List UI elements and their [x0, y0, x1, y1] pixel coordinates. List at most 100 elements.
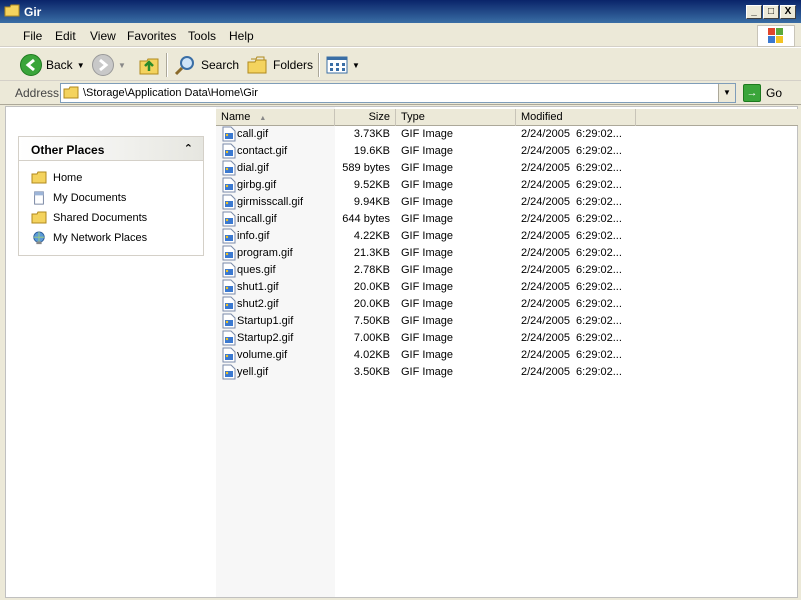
- file-size: 2.78KB: [353, 264, 390, 276]
- file-rows: call.gif 3.73KB GIF Image 2/24/2005 6:29:02…: [216, 126, 798, 381]
- folders-icon: [247, 56, 267, 74]
- gif-file-icon: [222, 279, 236, 295]
- up-folder-button[interactable]: [138, 52, 160, 78]
- file-row[interactable]: yell.gif 3.50KB GIF Image 2/24/2005 6:29:02…: [216, 364, 798, 381]
- file-row[interactable]: volume.gif 4.02KB GIF Image 2/24/2005 6:29:…: [216, 347, 798, 364]
- file-type: GIF Image: [401, 247, 453, 259]
- file-row[interactable]: contact.gif 19.6KB GIF Image 2/24/2005 6:29…: [216, 143, 798, 160]
- column-type[interactable]: Type: [396, 109, 516, 126]
- file-row[interactable]: dial.gif 589 bytes GIF Image 2/24/2005 6:29…: [216, 160, 798, 177]
- folders-label: Folders: [273, 58, 314, 72]
- file-size: 3.50KB: [353, 366, 390, 378]
- file-modified: 2/24/2005 6:29:02...: [521, 366, 622, 378]
- column-name[interactable]: Name ▲: [216, 109, 335, 126]
- file-modified: 2/24/2005 6:29:02...: [521, 281, 622, 293]
- minimize-button[interactable]: _: [746, 5, 762, 19]
- file-type: GIF Image: [401, 349, 453, 361]
- file-row[interactable]: shut2.gif 20.0KB GIF Image 2/24/2005 6:29:0…: [216, 296, 798, 313]
- place-label: My Documents: [53, 192, 127, 204]
- back-button[interactable]: Back ▼: [20, 52, 85, 78]
- network-icon: [33, 231, 45, 245]
- place-my-network-places[interactable]: My Network Places: [19, 228, 203, 248]
- file-modified: 2/24/2005 6:29:02...: [521, 230, 622, 242]
- search-button[interactable]: Search: [174, 52, 239, 78]
- file-name: shut2.gif: [237, 298, 279, 310]
- views-button[interactable]: ▼: [326, 52, 360, 78]
- file-size: 20.0KB: [353, 281, 390, 293]
- column-modified[interactable]: Modified: [516, 109, 636, 126]
- file-modified: 2/24/2005 6:29:02...: [521, 247, 622, 259]
- search-label: Search: [201, 58, 240, 72]
- file-row[interactable]: info.gif 4.22KB GIF Image 2/24/2005 6:29:02…: [216, 228, 798, 245]
- folders-button[interactable]: Folders: [246, 52, 313, 78]
- file-size: 7.00KB: [353, 332, 390, 344]
- documents-icon: [34, 191, 44, 205]
- file-row[interactable]: ques.gif 2.78KB GIF Image 2/24/2005 6:29:02…: [216, 262, 798, 279]
- file-row[interactable]: shut1.gif 20.0KB GIF Image 2/24/2005 6:29:0…: [216, 279, 798, 296]
- gif-file-icon: [222, 194, 236, 210]
- folder-icon: [4, 4, 20, 17]
- file-size: 19.6KB: [353, 145, 390, 157]
- file-size: 20.0KB: [353, 298, 390, 310]
- file-size: 644 bytes: [342, 213, 390, 225]
- file-row[interactable]: girbg.gif 9.52KB GIF Image 2/24/2005 6:29:0…: [216, 177, 798, 194]
- menu-edit[interactable]: Edit: [55, 29, 76, 43]
- file-type: GIF Image: [401, 366, 453, 378]
- menu-file[interactable]: File: [23, 29, 42, 43]
- go-label: Go: [766, 86, 783, 100]
- folder-icon: [31, 171, 47, 184]
- gif-file-icon: [222, 262, 236, 278]
- file-name: call.gif: [237, 128, 269, 140]
- file-modified: 2/24/2005 6:29:02...: [521, 349, 622, 361]
- gif-file-icon: [222, 143, 236, 159]
- menu-help[interactable]: Help: [229, 29, 254, 43]
- file-size: 9.94KB: [353, 196, 390, 208]
- file-name: volume.gif: [237, 349, 288, 361]
- windows-logo: [757, 25, 795, 47]
- place-my-documents[interactable]: My Documents: [19, 188, 203, 208]
- gif-file-icon: [222, 347, 236, 363]
- explorer-content: Other Places ⌃ Home My Documents Shared …: [5, 106, 798, 598]
- file-modified: 2/24/2005 6:29:02...: [521, 298, 622, 310]
- file-name: Startup1.gif: [237, 315, 294, 327]
- file-row[interactable]: call.gif 3.73KB GIF Image 2/24/2005 6:29:02…: [216, 126, 798, 143]
- place-home[interactable]: Home: [19, 168, 203, 188]
- address-dropdown-button[interactable]: ▼: [718, 84, 735, 102]
- forward-button[interactable]: ▼: [92, 52, 126, 78]
- menu-favorites[interactable]: Favorites: [127, 29, 176, 43]
- file-row[interactable]: girmisscall.gif 9.94KB GIF Image 2/24/2005 …: [216, 194, 798, 211]
- file-modified: 2/24/2005 6:29:02...: [521, 128, 622, 140]
- column-size[interactable]: Size: [335, 109, 396, 126]
- file-size: 589 bytes: [342, 162, 390, 174]
- file-modified: 2/24/2005 6:29:02...: [521, 213, 622, 225]
- panel-title: Other Places: [31, 143, 105, 157]
- place-shared-documents[interactable]: Shared Documents: [19, 208, 203, 228]
- chevron-down-icon[interactable]: ▼: [352, 61, 360, 70]
- file-type: GIF Image: [401, 315, 453, 327]
- file-row[interactable]: Startup2.gif 7.00KB GIF Image 2/24/2005 6:2…: [216, 330, 798, 347]
- file-type: GIF Image: [401, 332, 453, 344]
- other-places-header[interactable]: Other Places ⌃: [19, 137, 203, 161]
- address-input[interactable]: \Storage\Application Data\Home\Gir ▼: [60, 83, 736, 103]
- menu-view[interactable]: View: [90, 29, 116, 43]
- folder-icon: [63, 86, 79, 99]
- file-name: girmisscall.gif: [237, 196, 304, 208]
- menu-tools[interactable]: Tools: [188, 29, 216, 43]
- chevron-down-icon[interactable]: ▼: [77, 61, 85, 70]
- title-bar[interactable]: Gir _ □ X: [0, 0, 801, 23]
- chevron-down-icon[interactable]: ▼: [118, 61, 126, 70]
- toolbar-separator: [318, 53, 320, 77]
- file-row[interactable]: Startup1.gif 7.50KB GIF Image 2/24/2005 6:2…: [216, 313, 798, 330]
- place-label: Shared Documents: [53, 212, 148, 224]
- file-type: GIF Image: [401, 128, 453, 140]
- file-type: GIF Image: [401, 230, 453, 242]
- address-path: \Storage\Application Data\Home\Gir: [83, 87, 258, 99]
- file-name: ques.gif: [237, 264, 276, 276]
- maximize-button[interactable]: □: [763, 5, 779, 19]
- file-row[interactable]: program.gif 21.3KB GIF Image 2/24/2005 6:29…: [216, 245, 798, 262]
- collapse-icon[interactable]: ⌃: [184, 142, 193, 155]
- go-button[interactable]: → Go: [743, 83, 782, 103]
- address-bar: Address \Storage\Application Data\Home\G…: [0, 81, 801, 105]
- file-row[interactable]: incall.gif 644 bytes GIF Image 2/24/2005 6:…: [216, 211, 798, 228]
- close-button[interactable]: X: [780, 5, 796, 19]
